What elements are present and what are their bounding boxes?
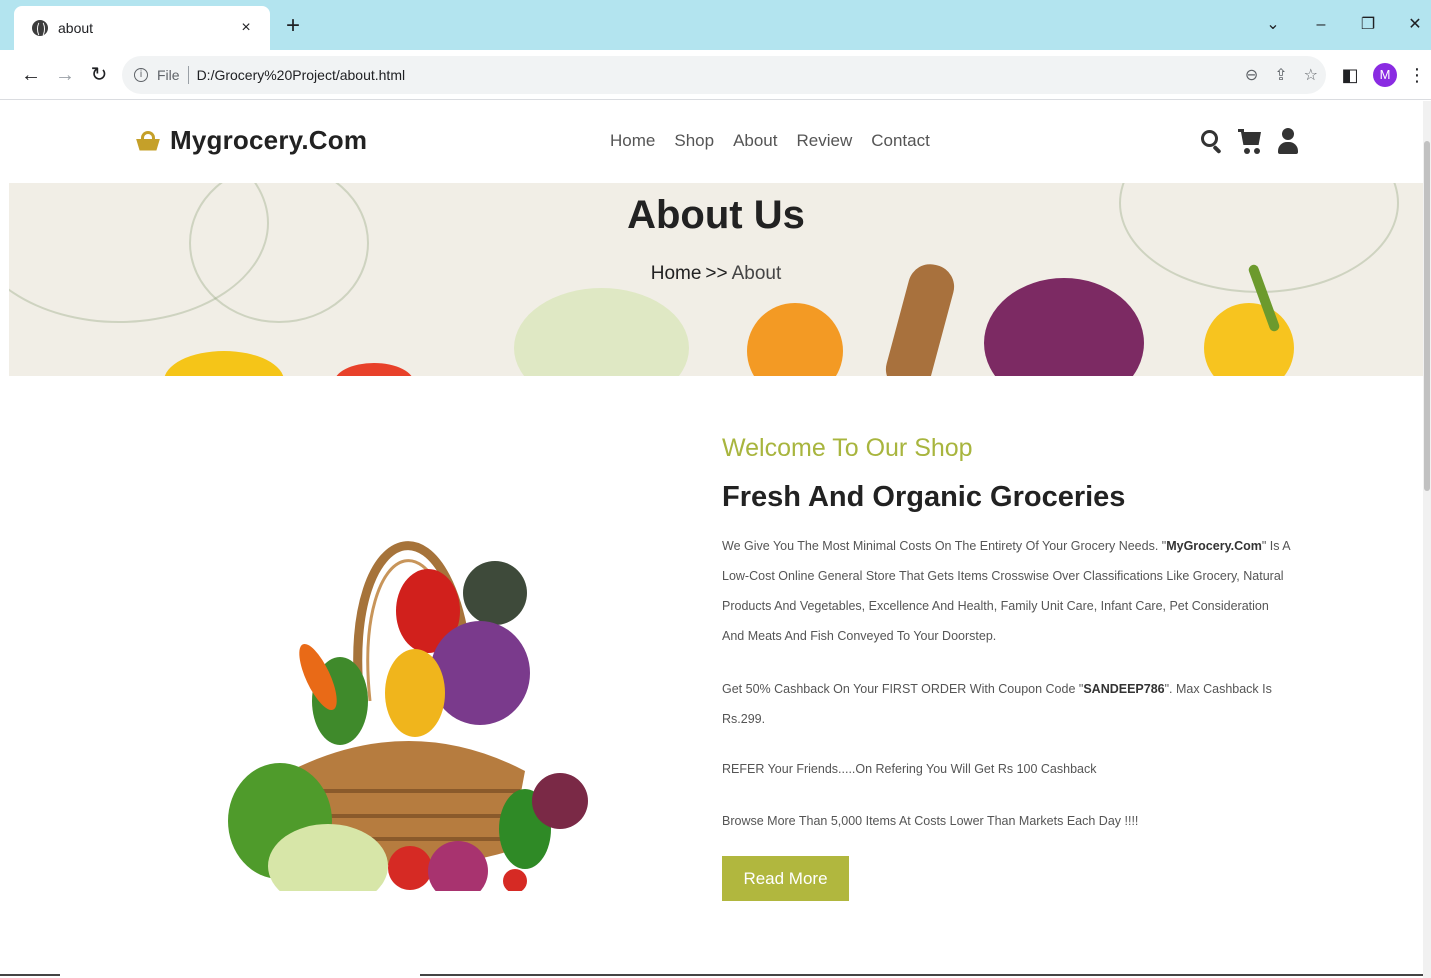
site-header: Mygrocery.Com Home Shop About Review Con… [0, 101, 1423, 183]
user-icon[interactable] [1276, 127, 1300, 155]
nav-shop[interactable]: Shop [674, 131, 714, 151]
page-viewport: Mygrocery.Com Home Shop About Review Con… [0, 101, 1423, 978]
url-text[interactable]: D:/Grocery%20Project/about.html [197, 67, 406, 83]
info-icon[interactable]: i [134, 68, 148, 82]
side-panel-icon[interactable]: ◧ [1339, 64, 1361, 86]
profile-avatar[interactable]: M [1373, 63, 1397, 87]
breadcrumb-home[interactable]: Home [651, 263, 702, 284]
search-icon[interactable] [1200, 127, 1224, 155]
cabbage-image [514, 288, 689, 376]
close-window-button[interactable]: ✕ [1400, 10, 1430, 40]
section-divider [0, 974, 1423, 976]
back-arrow-icon[interactable]: ← [16, 58, 46, 92]
restore-button[interactable]: ❐ [1353, 10, 1383, 40]
url-scheme: File [157, 67, 180, 83]
nav-contact[interactable]: Contact [871, 131, 930, 151]
yellow-pepper-image [164, 351, 284, 376]
site-logo[interactable]: Mygrocery.Com [136, 125, 367, 156]
browser-tab[interactable]: about × [14, 6, 270, 50]
basket-icon [136, 130, 160, 151]
page-title: About Us [627, 193, 805, 237]
breadcrumb-separator: >> [705, 263, 728, 284]
scrollbar-thumb[interactable] [1424, 141, 1430, 491]
vegetable-basket-image [228, 541, 588, 891]
page-scrollbar[interactable] [1423, 101, 1431, 978]
tomato-image [334, 363, 414, 376]
section-headline: Fresh And Organic Groceries [722, 481, 1126, 513]
coupon-code: SANDEEP786 [1083, 682, 1165, 696]
browser-toolbar: ← → ↻ i File D:/Grocery%20Project/about.… [0, 50, 1431, 100]
address-bar[interactable]: i File D:/Grocery%20Project/about.html ⊖… [122, 56, 1326, 94]
nav-review[interactable]: Review [797, 131, 853, 151]
menu-kebab-icon[interactable]: ⋮ [1406, 64, 1428, 86]
nav-about[interactable]: About [733, 131, 777, 151]
breadcrumb: Home >> About [9, 263, 1423, 285]
new-tab-button[interactable]: + [282, 12, 304, 40]
breadcrumb-current: About [731, 263, 782, 284]
hero-banner: About Us Home >> About [9, 183, 1423, 376]
zoom-icon[interactable]: ⊖ [1245, 65, 1258, 85]
logo-text: Mygrocery.Com [170, 125, 368, 155]
yellow-pepper-image [1204, 303, 1294, 376]
cart-icon[interactable] [1238, 127, 1262, 155]
cashback-paragraph: Get 50% Cashback On Your FIRST ORDER Wit… [722, 682, 1272, 726]
globe-icon [32, 20, 48, 37]
divider [187, 66, 189, 84]
close-tab-icon[interactable]: × [236, 19, 256, 37]
reload-icon[interactable]: ↻ [84, 58, 114, 92]
red-cabbage-image [984, 278, 1144, 376]
brand-name: MyGrocery.Com [1166, 539, 1262, 553]
tab-title: about [58, 20, 94, 36]
intro-paragraph: We Give You The Most Minimal Costs On Th… [722, 539, 1290, 643]
share-icon[interactable]: ⇪ [1274, 65, 1287, 85]
browse-paragraph: Browse More Than 5,000 Items At Costs Lo… [722, 814, 1139, 828]
tab-search-icon[interactable]: ⌄ [1258, 10, 1288, 40]
bookmark-star-icon[interactable]: ☆ [1304, 65, 1318, 85]
welcome-subtitle: Welcome To Our Shop [722, 434, 973, 462]
orange-image [747, 303, 843, 376]
forward-arrow-icon[interactable]: → [50, 58, 80, 92]
referral-paragraph: REFER Your Friends.....On Refering You W… [722, 762, 1097, 776]
header-actions [1200, 127, 1300, 155]
main-nav: Home Shop About Review Contact [610, 131, 930, 151]
read-more-button[interactable]: Read More [722, 856, 849, 901]
browser-tab-strip: about × + ⌄ – ❐ ✕ [0, 0, 1431, 50]
nav-home[interactable]: Home [610, 131, 655, 151]
minimize-button[interactable]: – [1306, 10, 1336, 40]
